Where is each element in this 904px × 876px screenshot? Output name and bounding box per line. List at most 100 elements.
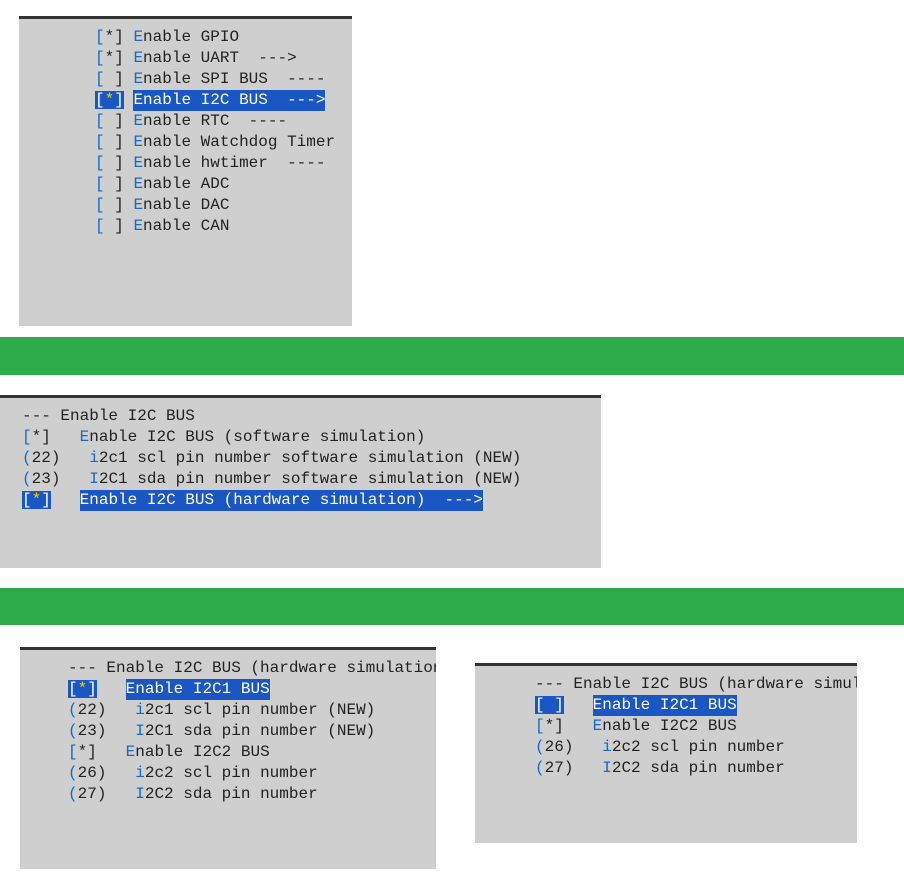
paren-open: ( [68,764,78,782]
menu-label: nable SPI BUS [143,70,268,88]
menu-label: 2C1 sda pin number (NEW) [145,722,375,740]
menuconfig-panel-i2c-hw-b: --- Enable I2C BUS (hardware simul[ ] En… [475,663,857,843]
menu-item[interactable]: [*] Enable I2C BUS (software simulation) [22,427,587,448]
menu-label: nable I2C1 BUS [135,680,269,698]
menu-label: 2C2 sda pin number [145,785,318,803]
checkbox-mark: * [105,49,115,67]
menu-item[interactable]: [*] Enable UART ---> [95,48,338,69]
hotkey: E [133,70,143,88]
hotkey: E [133,154,143,172]
menu-item[interactable]: [*] Enable I2C1 BUS [68,679,422,700]
hotkey: E [133,28,143,46]
menu-label: nable I2C2 BUS [135,743,269,761]
bracket-close: ] [114,217,124,235]
hotkey: i [89,449,99,467]
bracket-open: [ [95,28,105,46]
menu-label: 2c1 scl pin number (NEW) [145,701,375,719]
value-number: 26 [545,738,564,756]
bracket-close: ] [41,428,51,446]
menu-item[interactable]: [ ] Enable ADC [95,174,338,195]
paren-close: ) [51,449,61,467]
value-number: 23 [78,722,97,740]
menu-item[interactable]: (23) I2C1 sda pin number (NEW) [68,721,422,742]
hotkey: i [135,701,145,719]
paren-open: ( [22,449,32,467]
checkbox-mark: * [545,717,555,735]
menu-item[interactable]: (22) i2c1 scl pin number (NEW) [68,700,422,721]
hotkey: E [133,217,143,235]
checkbox-mark [545,696,555,714]
bracket-close: ] [554,696,564,714]
menu-item[interactable]: [*] Enable GPIO [95,27,338,48]
bracket-open: [ [95,91,105,109]
bracket-open: [ [22,428,32,446]
bracket-close: ] [114,49,124,67]
checkbox-mark: * [105,91,115,109]
submenu-arrow-icon: ---- [268,70,326,88]
bracket-close: ] [114,112,124,130]
menu-item[interactable]: (22) i2c1 scl pin number software simula… [22,448,587,469]
menu-item[interactable]: [ ] Enable hwtimer ---- [95,153,338,174]
menu-label: nable I2C BUS (software simulation) [89,428,425,446]
hotkey: I [602,759,612,777]
paren-open: ( [68,722,78,740]
paren-open: ( [68,701,78,719]
bracket-close: ] [41,491,51,509]
menu-item[interactable]: (27) I2C2 sda pin number [535,758,843,779]
hotkey: E [80,491,90,509]
menu-item[interactable]: [ ] Enable DAC [95,195,338,216]
menu-label: nable ADC [143,175,229,193]
paren-open: ( [535,759,545,777]
bracket-open: [ [95,49,105,67]
menu-item[interactable]: (23) I2C1 sda pin number software simula… [22,469,587,490]
bracket-close: ] [114,133,124,151]
bracket-open: [ [68,743,78,761]
bracket-close: ] [114,91,124,109]
checkbox-mark [105,217,115,235]
menu-label: nable UART [143,49,239,67]
separator-bar-2 [0,588,904,625]
menu-item[interactable]: [*] Enable I2C2 BUS [68,742,422,763]
panel-header: --- Enable I2C BUS (hardware simul [535,674,843,695]
menu-item[interactable]: [*] Enable I2C BUS (hardware simulation)… [22,490,587,511]
menu-item[interactable]: (26) i2c2 scl pin number [68,763,422,784]
menu-label: nable GPIO [143,28,239,46]
bracket-open: [ [95,196,105,214]
hotkey: i [602,738,612,756]
menu-label: nable Watchdog Timer [143,133,335,151]
menu-item[interactable]: [ ] Enable RTC ---- [95,111,338,132]
menuconfig-panel-i2c: --- Enable I2C BUS[*] Enable I2C BUS (so… [0,395,601,568]
menu-label: 2c1 scl pin number software simulation (… [99,449,521,467]
menu-label: nable I2C BUS [143,91,268,109]
checkbox-mark [105,154,115,172]
submenu-arrow-icon: ---> [268,91,326,109]
paren-open: ( [22,470,32,488]
menu-item[interactable]: [ ] Enable Watchdog Timer [95,132,338,153]
menu-item[interactable]: (27) I2C2 sda pin number [68,784,422,805]
panel-header: --- Enable I2C BUS (hardware simulation) [68,658,422,679]
checkbox-mark [105,70,115,88]
paren-close: ) [97,722,107,740]
paren-close: ) [564,738,574,756]
menu-item[interactable]: [*] Enable I2C BUS ---> [95,90,338,111]
menu-label: nable I2C1 BUS [602,696,736,714]
menu-item[interactable]: [*] Enable I2C2 BUS [535,716,843,737]
bracket-open: [ [95,70,105,88]
hotkey: I [135,722,145,740]
submenu-arrow-icon: ---> [239,49,297,67]
checkbox-mark [105,133,115,151]
menu-item[interactable]: [ ] Enable CAN [95,216,338,237]
hotkey: E [133,112,143,130]
menu-item[interactable]: (26) i2c2 scl pin number [535,737,843,758]
menu-item[interactable]: [ ] Enable SPI BUS ---- [95,69,338,90]
value-number: 22 [32,449,51,467]
menu-label: 2C1 sda pin number software simulation (… [99,470,521,488]
hotkey: E [126,680,136,698]
bracket-open: [ [95,217,105,235]
paren-open: ( [535,738,545,756]
bracket-close: ] [114,196,124,214]
bracket-open: [ [68,680,78,698]
checkbox-mark: * [105,28,115,46]
checkbox-mark: * [32,491,42,509]
menu-item[interactable]: [ ] Enable I2C1 BUS [535,695,843,716]
